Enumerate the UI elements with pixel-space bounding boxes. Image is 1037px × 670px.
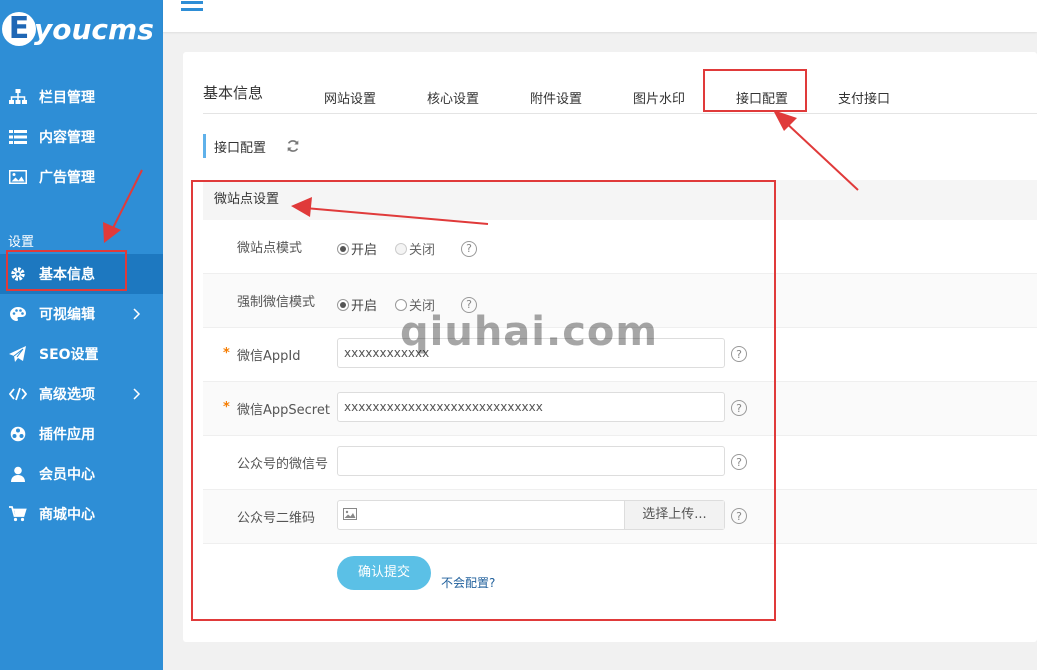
sidebar-item-label: 插件应用	[39, 427, 95, 443]
plugin-icon	[9, 425, 27, 443]
image-icon	[9, 168, 27, 186]
sidebar-item-columns[interactable]: 栏目管理	[0, 77, 163, 117]
sidebar-item-label: 商城中心	[39, 507, 95, 523]
sidebar-item-label: SEO设置	[39, 347, 99, 363]
sitemap-icon	[9, 88, 27, 106]
logo-mark: E	[2, 12, 36, 46]
user-icon	[9, 465, 27, 483]
sidebar-item-label: 栏目管理	[39, 90, 95, 106]
tab-image-watermark[interactable]: 图片水印	[633, 88, 685, 107]
refresh-icon[interactable]	[286, 139, 300, 153]
sidebar-item-members[interactable]: 会员中心	[0, 454, 163, 494]
sidebar-item-visual-edit[interactable]: 可视编辑	[0, 294, 163, 334]
sidebar-item-shop[interactable]: 商城中心	[0, 494, 163, 534]
tab-payment-api[interactable]: 支付接口	[838, 88, 890, 107]
annotation-box-tab	[703, 69, 807, 112]
paper-plane-icon	[9, 345, 27, 363]
sidebar-item-label: 内容管理	[39, 130, 95, 146]
sidebar-item-plugins[interactable]: 插件应用	[0, 414, 163, 454]
sidebar-item-label: 可视编辑	[39, 307, 95, 323]
sidebar-section-settings: 设置	[8, 235, 35, 250]
tab-site-settings[interactable]: 网站设置	[324, 88, 376, 107]
sidebar-item-ads[interactable]: 广告管理	[0, 157, 163, 197]
code-icon	[9, 385, 27, 403]
sidebar-item-seo[interactable]: SEO设置	[0, 334, 163, 374]
chevron-right-icon	[129, 306, 145, 322]
tab-attachment-settings[interactable]: 附件设置	[530, 88, 582, 107]
list-icon	[9, 128, 27, 146]
annotation-box-form	[191, 180, 776, 621]
menu-toggle-icon[interactable]	[181, 1, 203, 15]
section-header: 接口配置	[203, 134, 300, 158]
annotation-box-sidebar	[6, 250, 127, 291]
sidebar: E youcms 栏目管理 内容管理 广告管理 设置 基本信息 可视编辑 SEO…	[0, 0, 163, 670]
sidebar-item-advanced[interactable]: 高级选项	[0, 374, 163, 414]
top-bar	[163, 0, 1037, 32]
cart-icon	[9, 505, 27, 523]
logo[interactable]: E youcms	[0, 8, 163, 52]
palette-icon	[9, 305, 27, 323]
section-title: 接口配置	[214, 140, 267, 156]
chevron-right-icon	[129, 386, 145, 402]
sidebar-item-content[interactable]: 内容管理	[0, 117, 163, 157]
sidebar-item-label: 会员中心	[39, 467, 95, 483]
sidebar-item-label: 高级选项	[39, 387, 95, 403]
sidebar-item-label: 广告管理	[39, 170, 95, 186]
page-title: 基本信息	[203, 84, 264, 102]
tab-bar: 基本信息 网站设置 核心设置 附件设置 图片水印 接口配置 支付接口	[203, 78, 1037, 114]
logo-text: youcms	[34, 13, 154, 46]
tab-core-settings[interactable]: 核心设置	[427, 88, 479, 107]
